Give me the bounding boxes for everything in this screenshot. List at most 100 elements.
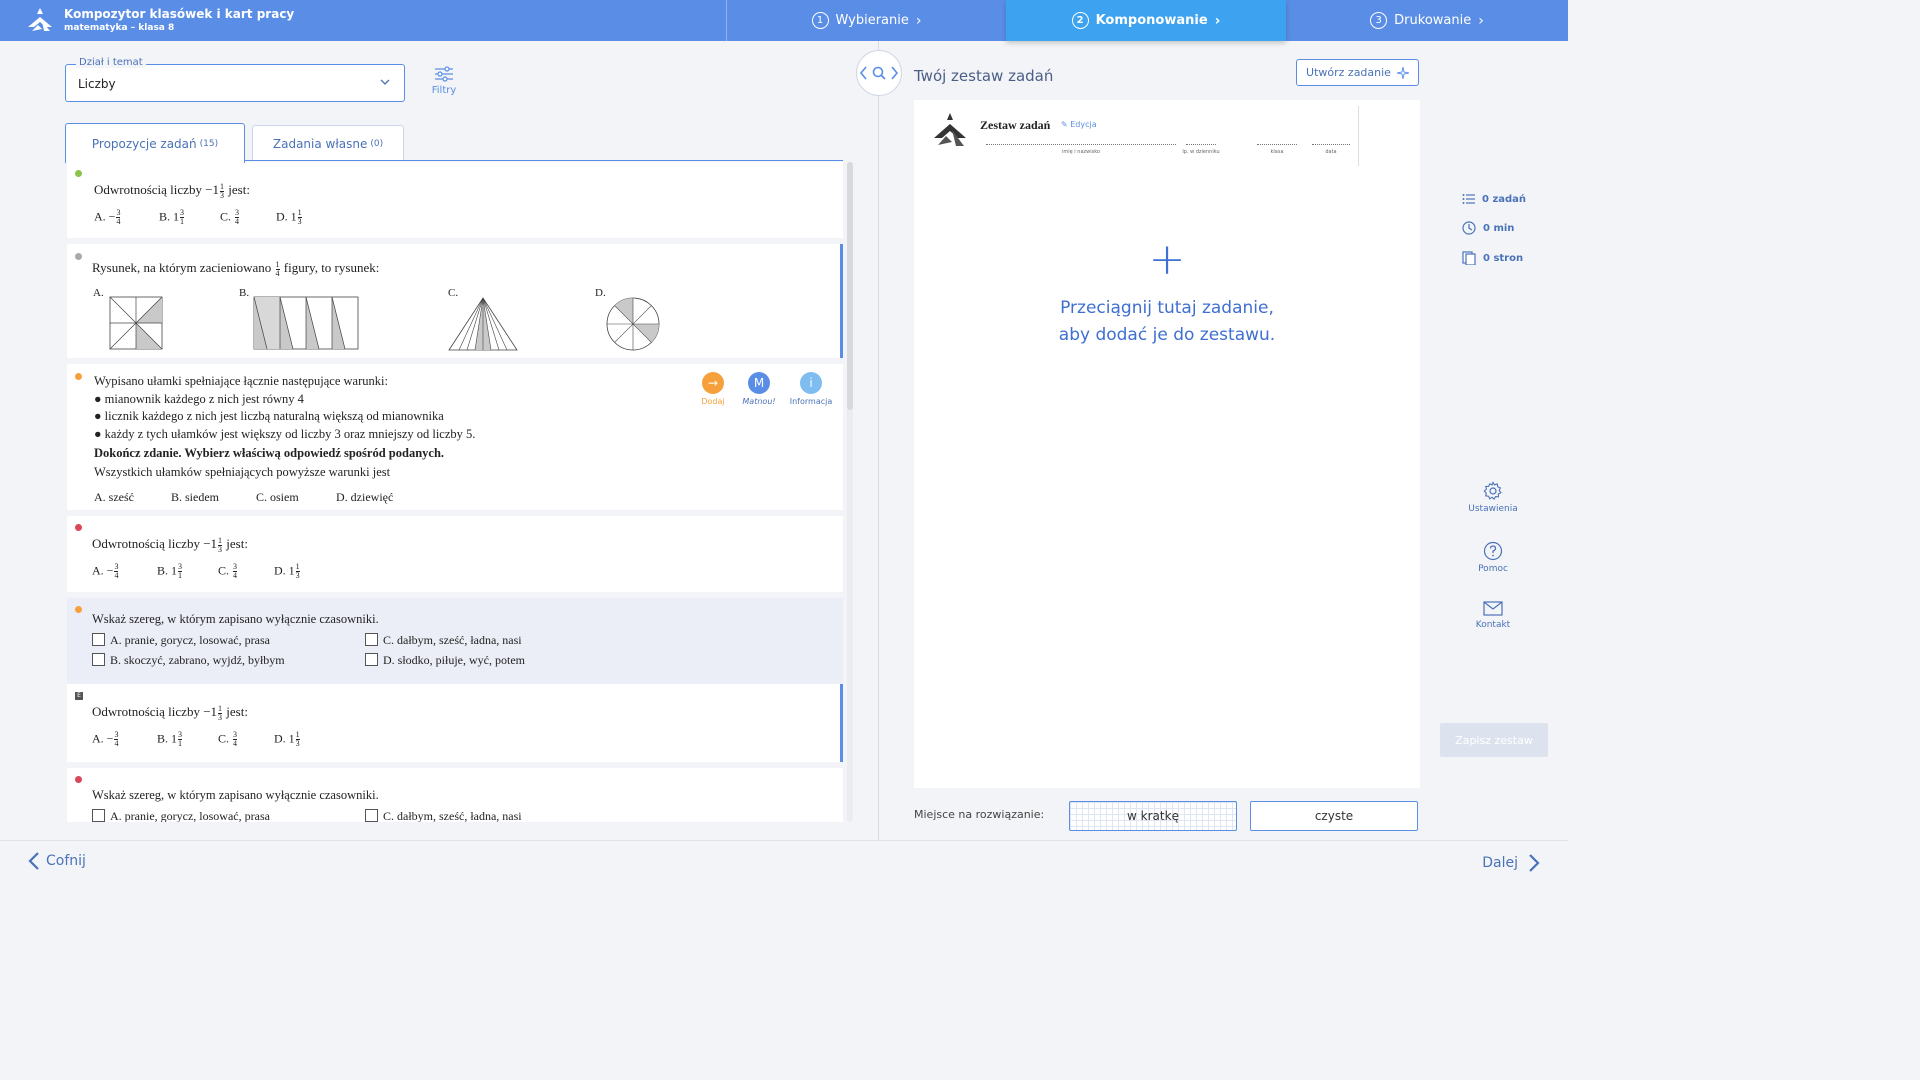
tab-own-tasks[interactable]: Zadania własne (0) [252,125,404,161]
answer-a: A. −3 4 [94,208,121,226]
fraction: 13 [220,181,225,200]
task-question: Rysunek, na którym zacieniowano 14 figur… [92,259,380,278]
task-question: Odwrotnością liczby −1 1 3 jest: [92,703,248,722]
footer: Cofnij Dalej [0,840,1568,882]
checkbox[interactable] [365,653,378,666]
answer-b: B. siedem [171,490,219,504]
filters-button[interactable]: Filtry [428,66,460,96]
help-label: Pomoc [1478,564,1508,574]
stat-value: 0 zadań [1482,193,1527,205]
scrollbar-thumb[interactable] [847,162,853,410]
chevron-right-icon: › [1478,12,1484,29]
task-line: Wypisano ułamki spełniające łącznie nast… [94,374,388,388]
answer-space-label: Miejsce na rozwiązanie: [914,808,1045,821]
answer-d: D. 113 [276,208,302,226]
answer-a: A. sześć [94,490,134,504]
answer-b[interactable]: B. skoczyć, zabrano, wyjdź, byłbym [92,653,285,668]
back-button[interactable]: Cofnij [28,851,86,871]
question-text: jest: [225,182,250,197]
difficulty-dot [75,606,82,613]
create-task-button[interactable]: Utwórz zadanie [1296,59,1419,86]
task-card[interactable]: E Odwrotnością liczby −1 1 3 jest: A. −3 4 … [67,684,843,762]
contact-button[interactable]: Kontakt [1460,601,1526,630]
answer-b: B. 131 [157,730,183,748]
step-drukowanie[interactable]: 3 Drukowanie › [1286,0,1568,41]
exam-badge: E [75,692,83,700]
step-number: 3 [1370,12,1388,29]
answer-a: A. −3 4 [92,562,119,580]
zoom-arrows-icon [859,66,899,80]
settings-button[interactable]: Ustawienia [1460,481,1526,514]
clock-icon [1462,221,1476,235]
save-set-button[interactable]: Zapisz zestaw [1440,723,1548,757]
answer-d[interactable]: D. słodko, piłuje, wyć, potem [365,653,525,668]
stat-value: 0 min [1483,222,1515,234]
task-card[interactable]: Odwrotnością liczby −1 1 3 jest: A. −3 4 B.… [67,516,843,592]
chevron-left-icon [28,852,39,870]
tab-label: Propozycje zadań [91,136,197,151]
task-card[interactable]: Wypisano ułamki spełniające łącznie nast… [67,364,843,510]
chevron-right-icon: › [915,12,922,29]
checkbox[interactable] [365,633,378,646]
task-list[interactable]: Odwrotnością liczby −1 1 3 jest: A. −3 4 B.… [67,162,843,822]
tab-label: Zadania własne [272,136,368,151]
worksheet-logo-icon [934,113,966,146]
answer-c[interactable]: C. dałbym, sześć, ładna, nasi [365,809,522,822]
help-button[interactable]: Pomoc [1460,541,1526,574]
field-label-date: data [1325,149,1337,155]
step-number: 1 [811,12,829,29]
edit-link[interactable]: ✎ Edycja [1061,120,1097,129]
checkbox[interactable] [92,653,105,666]
filters-label: Filtry [431,85,457,96]
pencil-icon: ✎ [1061,120,1068,129]
step-komponowanie[interactable]: 2 Komponowanie › [1006,0,1286,41]
answer-c[interactable]: C. dałbym, sześć, ładna, nasi [365,633,522,648]
answer-a[interactable]: A. pranie, gorycz, losować, prasa [92,633,270,648]
difficulty-dot [75,524,82,531]
step-label: Komponowanie [1095,13,1208,28]
panel-divider [878,41,879,840]
matnou-button[interactable]: M Matnou! [734,372,784,406]
add-task-button[interactable]: → Dodaj [688,372,738,406]
step-label: Wybieranie [835,13,909,28]
task-card[interactable]: Wskaż szereg, w którym zapisano wyłączni… [67,768,843,822]
step-wybieranie[interactable]: 1 Wybieranie › [726,0,1006,41]
difficulty-dot [75,253,82,260]
task-card[interactable]: Rysunek, na którym zacieniowano 14 figur… [67,244,843,358]
answer-space-blank-button[interactable]: czyste [1250,801,1418,831]
answer-a[interactable]: A. pranie, gorycz, losować, prasa [92,809,270,822]
figure-square [109,296,163,350]
task-card[interactable]: Wskaż szereg, w którym zapisano wyłączni… [67,598,843,684]
worksheet-drop-zone[interactable]: Zestaw zadań ✎ Edycja imię i nazwisko lp… [914,100,1420,788]
checkbox[interactable] [92,633,105,646]
field-line [986,144,1176,145]
panel-resize-toggle[interactable] [856,50,902,96]
tab-proposed-tasks[interactable]: Propozycje zadań (15) [65,123,245,163]
task-question: Wskaż szereg, w którym zapisano wyłączni… [92,788,379,802]
tab-count: (15) [199,138,219,149]
task-card[interactable]: Odwrotnością liczby −1 1 3 jest: A. −3 4 B.… [67,162,843,238]
next-button[interactable]: Dalej [1482,853,1540,873]
checkbox[interactable] [365,809,378,822]
drop-hint-line: aby dodać je do zestawu. [1058,325,1276,345]
arrow-right-icon: → [702,372,724,394]
field-line [1257,144,1297,145]
answer-c: C. 34 [218,730,238,748]
drop-hint: Przeciągnij tutaj zadanie, aby dodać je … [914,295,1420,349]
figure-rectangle [253,296,359,350]
task-set-title: Twój zestaw zadań [914,67,1054,85]
section-select-label: Dział i temat [76,57,146,68]
sparkle-icon [1396,66,1409,79]
sliders-icon [435,66,453,82]
checkbox[interactable] [92,809,105,822]
add-label: Dodaj [701,397,725,406]
gear-icon [1483,481,1502,500]
answer-c: C. osiem [256,490,299,504]
answer-c: C. 34 [220,208,240,226]
stat-time: 0 min [1462,221,1514,235]
info-button[interactable]: i Informacja [786,372,836,406]
section-select-value: Liczby [78,77,116,91]
chevron-right-icon [1529,854,1540,872]
answer-space-grid-button[interactable]: w kratkę [1069,801,1237,831]
section-select[interactable]: Dział i temat Liczby [65,57,405,102]
